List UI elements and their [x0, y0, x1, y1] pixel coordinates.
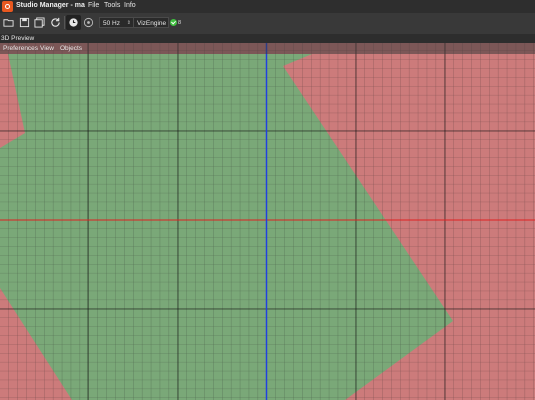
- preview-viewport[interactable]: [0, 43, 535, 400]
- panel-title: 3D Preview: [0, 34, 535, 43]
- save-all-icon[interactable]: [32, 15, 47, 30]
- check-circle-icon: [170, 19, 177, 26]
- chevron-updown-icon: ⇕: [126, 20, 131, 26]
- viewport-canvas[interactable]: [0, 43, 535, 400]
- title-bar: Studio Manager - ma File Tools Info: [0, 0, 535, 13]
- menu-file[interactable]: File: [88, 2, 99, 9]
- panel-menubar: Preferences View Objects: [0, 43, 535, 54]
- minor-grid: [0, 43, 535, 400]
- clock-icon[interactable]: [66, 15, 81, 30]
- engine-value: VizEngine: [137, 20, 167, 27]
- open-folder-icon[interactable]: [1, 15, 16, 30]
- toolbar-separator: [64, 16, 65, 29]
- window-title: Studio Manager - ma: [16, 2, 85, 9]
- engine-status-badge[interactable]: 8: [170, 17, 183, 28]
- menu-view[interactable]: View: [40, 44, 54, 53]
- frequency-value: 50 Hz: [103, 20, 120, 27]
- app-logo-icon: [2, 1, 13, 12]
- settings-disc-icon[interactable]: [81, 15, 96, 30]
- engine-count: 8: [178, 19, 182, 26]
- menu-objects[interactable]: Objects: [60, 44, 82, 53]
- save-icon[interactable]: [17, 15, 32, 30]
- menu-tools[interactable]: Tools: [104, 2, 120, 9]
- frequency-select[interactable]: 50 Hz ⇕: [99, 17, 134, 28]
- menu-preferences[interactable]: Preferences: [3, 44, 38, 53]
- refresh-icon[interactable]: [48, 15, 63, 30]
- engine-select[interactable]: VizEngine: [134, 17, 169, 28]
- menu-info[interactable]: Info: [124, 2, 136, 9]
- main-toolbar: 50 Hz ⇕ VizEngine 8: [0, 13, 535, 35]
